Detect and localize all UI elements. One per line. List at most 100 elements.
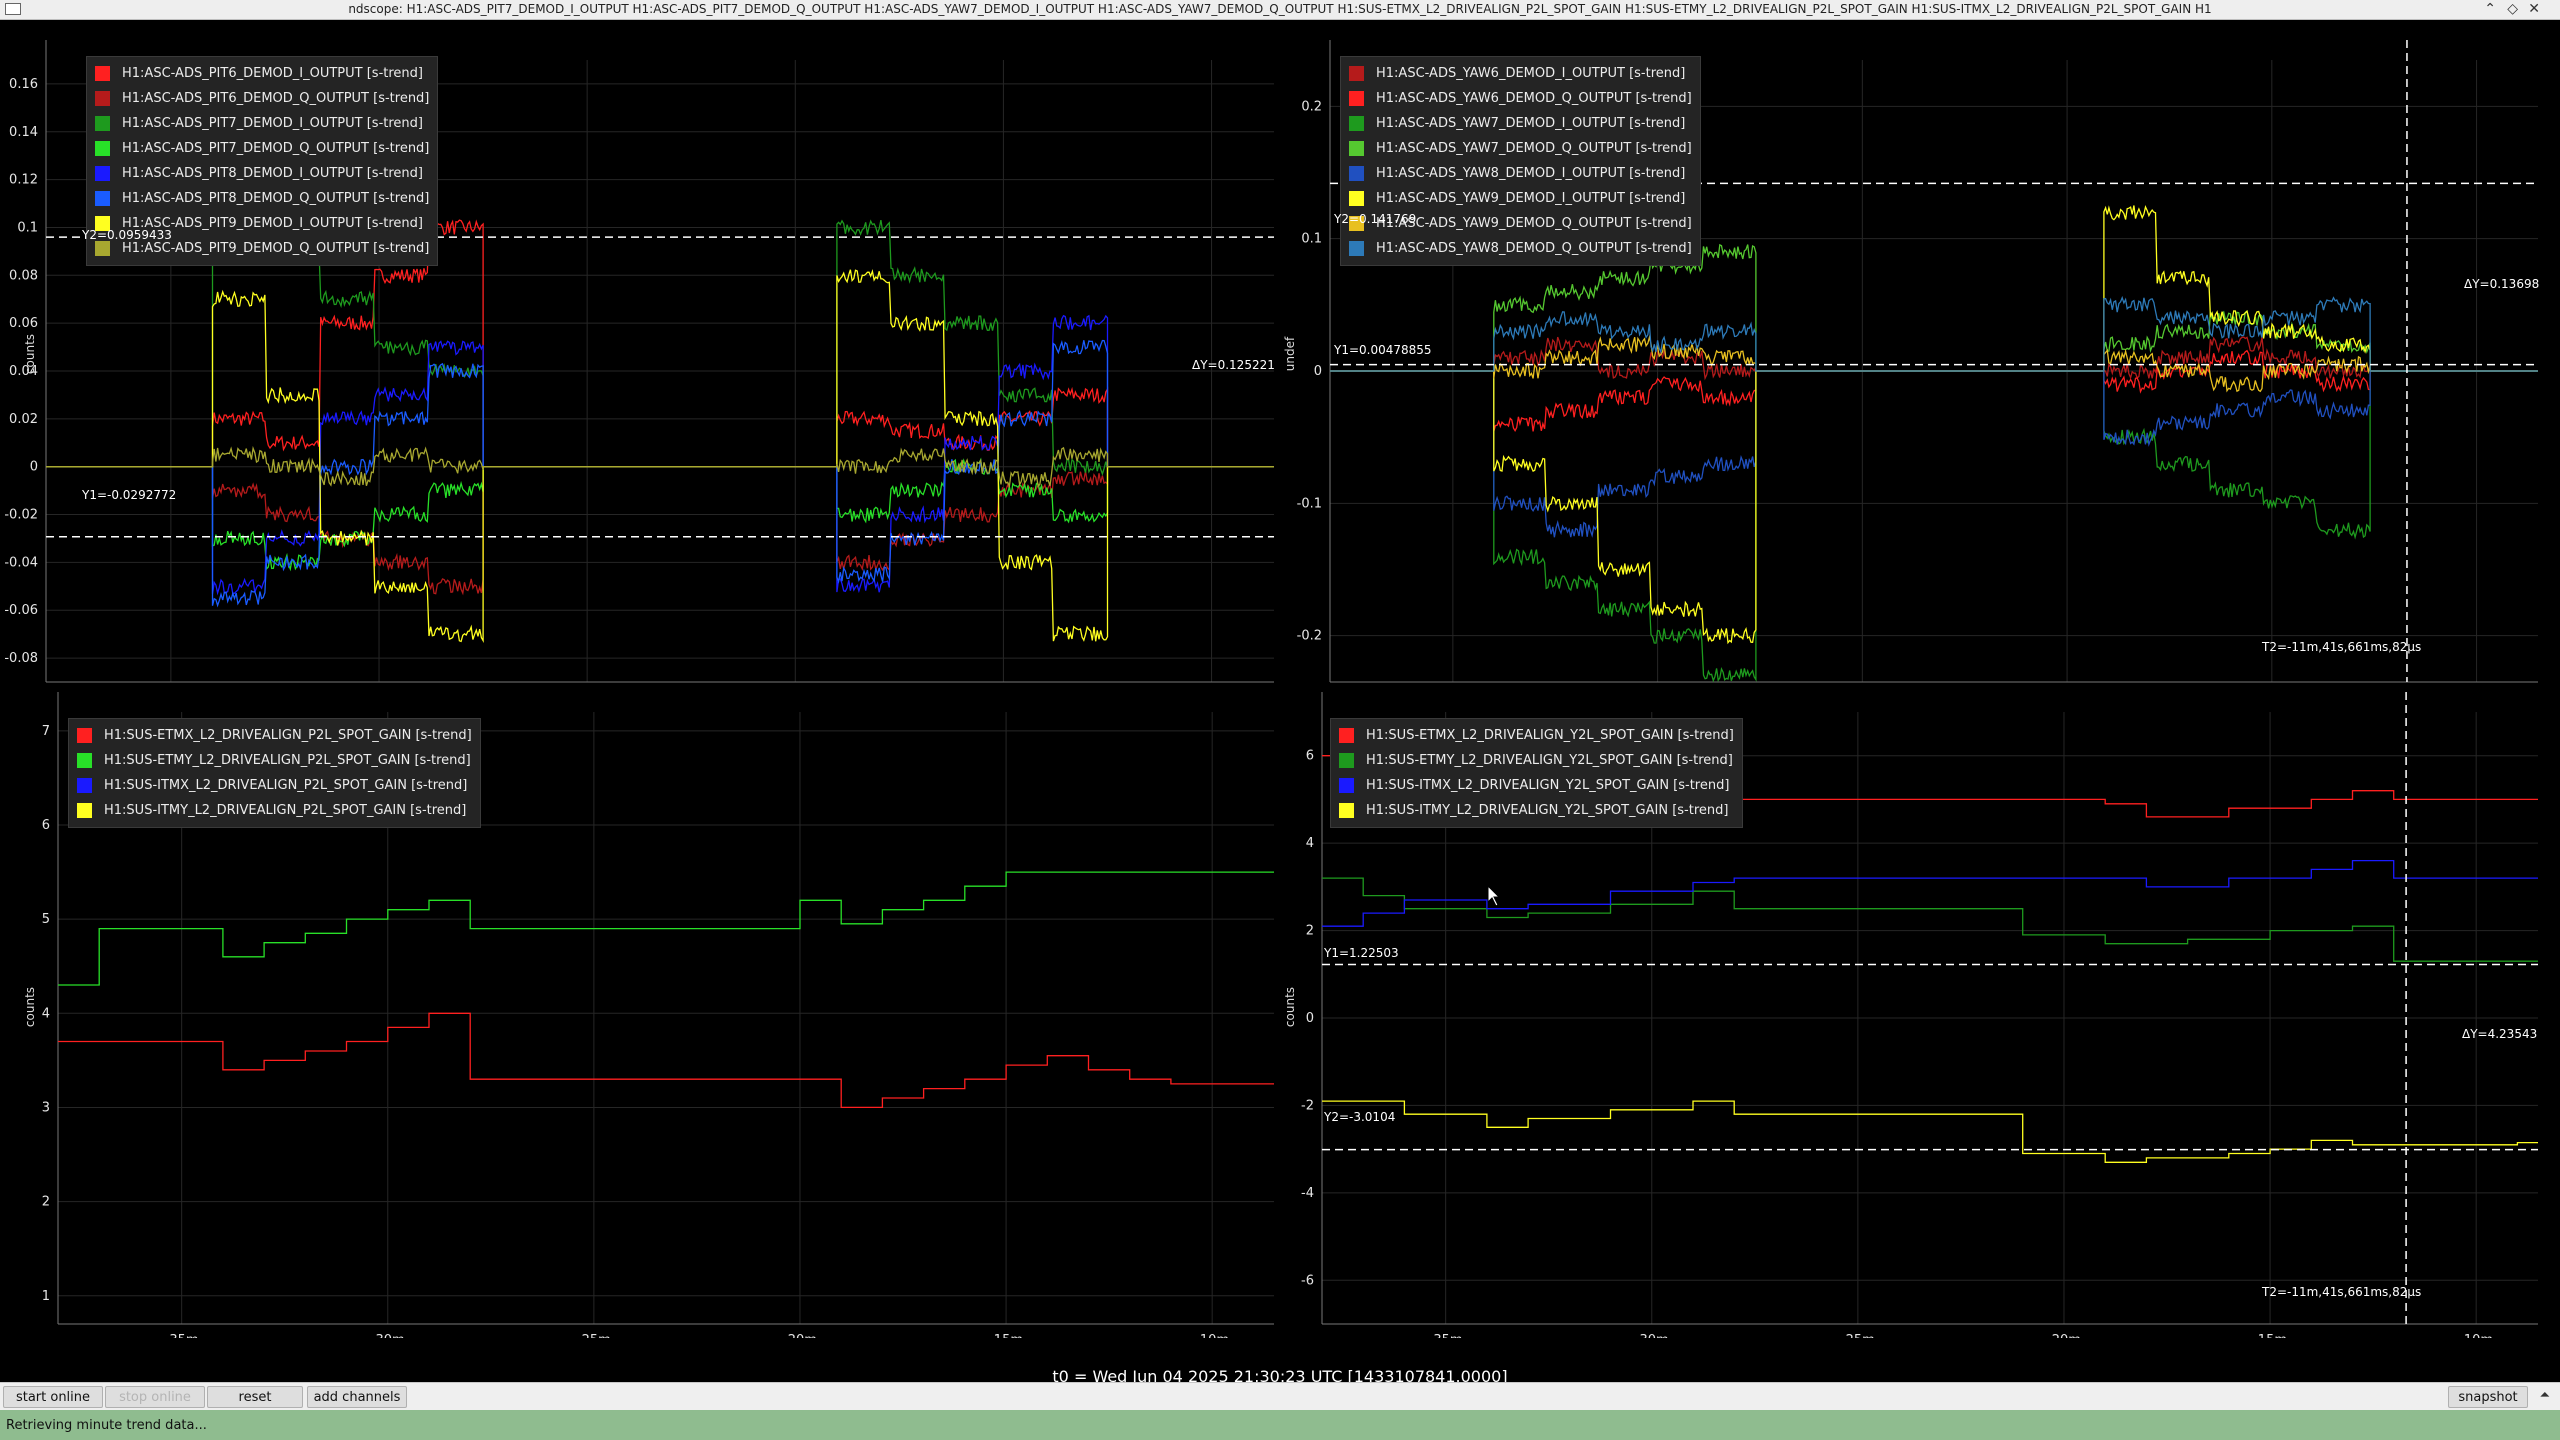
cursor-y2-label: Y2=-3.0104 (1324, 1110, 1396, 1124)
legend-item[interactable]: H1:SUS-ITMX_L2_DRIVEALIGN_Y2L_SPOT_GAIN … (1339, 773, 1734, 798)
x-tick-label: -35m (165, 1333, 199, 1338)
legend-item[interactable]: H1:ASC-ADS_YAW7_DEMOD_I_OUTPUT [s-trend] (1349, 111, 1692, 136)
cursor-y1-label: Y1=-0.0292772 (82, 488, 177, 502)
snapshot-button[interactable]: snapshot (2448, 1386, 2528, 1408)
legend-item[interactable]: H1:ASC-ADS_YAW9_DEMOD_I_OUTPUT [s-trend] (1349, 186, 1692, 211)
close-icon[interactable]: ✕ (2528, 1, 2540, 17)
series-line (1330, 370, 2538, 538)
y-tick-label: 0.16 (9, 77, 38, 92)
legend-label: H1:ASC-ADS_PIT6_DEMOD_I_OUTPUT [s-trend] (122, 66, 423, 81)
legend-label: H1:SUS-ETMY_L2_DRIVEALIGN_P2L_SPOT_GAIN … (104, 753, 471, 768)
legend-swatch (95, 191, 110, 206)
y-tick-label: 4 (42, 1006, 50, 1021)
legend-label: H1:SUS-ITMX_L2_DRIVEALIGN_Y2L_SPOT_GAIN … (1366, 778, 1730, 793)
x-tick-label: -25m (577, 1333, 611, 1338)
cursor-y2-label: Y2=0.141769 (1334, 212, 1417, 226)
y-tick-label: -0.04 (4, 555, 38, 570)
maximize-icon[interactable]: ◇ (2507, 1, 2518, 17)
legend-item[interactable]: H1:SUS-ITMY_L2_DRIVEALIGN_P2L_SPOT_GAIN … (77, 798, 472, 823)
legend-swatch (1349, 116, 1364, 131)
y-tick-label: 0.12 (9, 173, 38, 188)
series-line (58, 1012, 1274, 1109)
legend-item[interactable]: H1:SUS-ETMX_L2_DRIVEALIGN_P2L_SPOT_GAIN … (77, 723, 472, 748)
legend-item[interactable]: H1:SUS-ETMY_L2_DRIVEALIGN_P2L_SPOT_GAIN … (77, 748, 472, 773)
legend-item[interactable]: H1:ASC-ADS_YAW6_DEMOD_Q_OUTPUT [s-trend] (1349, 86, 1692, 111)
y-tick-label: 0 (1306, 1011, 1314, 1026)
legend-item[interactable]: H1:ASC-ADS_YAW6_DEMOD_I_OUTPUT [s-trend] (1349, 61, 1692, 86)
legend-label: H1:ASC-ADS_YAW6_DEMOD_Q_OUTPUT [s-trend] (1376, 91, 1692, 106)
y-tick-label: -0.1 (1297, 496, 1322, 511)
plot-area: 0.16 0.14 0.12 0.1 0.08 0.06 0.04 0.02 0 -0.02 -0.… (0, 20, 2560, 1386)
legend-label: H1:ASC-ADS_PIT8_DEMOD_I_OUTPUT [s-trend] (122, 166, 423, 181)
y-axis-label: counts (1283, 986, 1297, 1028)
y-tick-label: 0.1 (1301, 232, 1322, 247)
legend-swatch (77, 803, 92, 818)
legend-y2l: H1:SUS-ETMX_L2_DRIVEALIGN_Y2L_SPOT_GAIN … (1330, 718, 1743, 828)
legend-item[interactable]: H1:ASC-ADS_PIT6_DEMOD_Q_OUTPUT [s-trend] (95, 86, 429, 111)
y-tick-label: 5 (42, 912, 50, 927)
series-line (1330, 370, 2538, 683)
legend-label: H1:SUS-ITMY_L2_DRIVEALIGN_Y2L_SPOT_GAIN … (1366, 803, 1729, 818)
legend-label: H1:ASC-ADS_YAW8_DEMOD_Q_OUTPUT [s-trend] (1376, 241, 1692, 256)
minimize-icon[interactable]: ⌃ (2484, 1, 2496, 17)
legend-label: H1:ASC-ADS_YAW9_DEMOD_Q_OUTPUT [s-trend] (1376, 216, 1692, 231)
cursor-dy-label: ΔY=0.125221 (1192, 358, 1275, 372)
y-tick-label: 6 (42, 818, 50, 833)
reset-button[interactable]: reset (207, 1386, 303, 1408)
series-line (1322, 859, 2538, 927)
legend-swatch (1339, 753, 1354, 768)
legend-item[interactable]: H1:ASC-ADS_PIT8_DEMOD_Q_OUTPUT [s-trend] (95, 186, 429, 211)
legend-label: H1:ASC-ADS_PIT6_DEMOD_Q_OUTPUT [s-trend] (122, 91, 430, 106)
cursor-y1-label: Y1=0.00478855 (1334, 343, 1432, 357)
legend-item[interactable]: H1:ASC-ADS_YAW8_DEMOD_Q_OUTPUT [s-trend] (1349, 236, 1692, 261)
x-tick-label: -10m (2459, 1333, 2493, 1338)
y-tick-label: 3 (42, 1100, 50, 1115)
legend-item[interactable]: H1:ASC-ADS_PIT7_DEMOD_I_OUTPUT [s-trend] (95, 111, 429, 136)
legend-swatch (95, 141, 110, 156)
legend-swatch (1349, 241, 1364, 256)
x-tick-label: -10m (1195, 1333, 1229, 1338)
cursor-dy-label: ΔY=4.23543 (2462, 1027, 2538, 1041)
y-tick-label: 0 (30, 460, 38, 475)
toolbar-menu-arrow-icon[interactable]: ⏶ (2540, 1388, 2550, 1403)
stop-online-button: stop online (105, 1386, 205, 1408)
legend-swatch (1339, 728, 1354, 743)
y-tick-label: -0.08 (4, 651, 38, 666)
start-online-button[interactable]: start online (3, 1386, 103, 1408)
legend-swatch (95, 116, 110, 131)
status-bar: Retrieving minute trend data... (0, 1410, 2560, 1440)
title-bar: ndscope: H1:ASC-ADS_PIT7_DEMOD_I_OUTPUT … (0, 0, 2560, 20)
legend-swatch (77, 778, 92, 793)
legend-item[interactable]: H1:SUS-ETMX_L2_DRIVEALIGN_Y2L_SPOT_GAIN … (1339, 723, 1734, 748)
cursor-y1-label: Y1=1.22503 (1324, 946, 1399, 960)
legend-item[interactable]: H1:ASC-ADS_PIT7_DEMOD_Q_OUTPUT [s-trend] (95, 136, 429, 161)
legend-item[interactable]: H1:SUS-ETMY_L2_DRIVEALIGN_Y2L_SPOT_GAIN … (1339, 748, 1734, 773)
legend-item[interactable]: H1:ASC-ADS_PIT8_DEMOD_I_OUTPUT [s-trend] (95, 161, 429, 186)
y-tick-label: 4 (1306, 836, 1314, 851)
window-title: ndscope: H1:ASC-ADS_PIT7_DEMOD_I_OUTPUT … (348, 2, 2212, 16)
x-tick-label: -15m (989, 1333, 1023, 1338)
y-tick-label: -2 (1301, 1098, 1314, 1113)
x-tick-label: -25m (1841, 1333, 1875, 1338)
legend-swatch (1339, 778, 1354, 793)
y-tick-label: 2 (1306, 924, 1314, 939)
y-tick-label: -0.06 (4, 603, 38, 618)
legend-swatch (1349, 66, 1364, 81)
legend-item[interactable]: H1:ASC-ADS_YAW7_DEMOD_Q_OUTPUT [s-trend] (1349, 136, 1692, 161)
legend-swatch (1349, 191, 1364, 206)
legend-item[interactable]: H1:SUS-ITMX_L2_DRIVEALIGN_P2L_SPOT_GAIN … (77, 773, 472, 798)
add-channels-button[interactable]: add channels (307, 1386, 407, 1408)
x-tick-label: -30m (1635, 1333, 1669, 1338)
legend-item[interactable]: H1:ASC-ADS_PIT6_DEMOD_I_OUTPUT [s-trend] (95, 61, 429, 86)
legend-item[interactable]: H1:SUS-ITMY_L2_DRIVEALIGN_Y2L_SPOT_GAIN … (1339, 798, 1734, 823)
legend-label: H1:ASC-ADS_PIT7_DEMOD_I_OUTPUT [s-trend] (122, 116, 423, 131)
y-tick-label: 2 (42, 1195, 50, 1210)
y-axis-label: counts (23, 333, 37, 375)
series-line (58, 871, 1274, 986)
cursor-dy-label: ΔY=0.13698 (2464, 277, 2540, 291)
legend-swatch (1349, 166, 1364, 181)
series-line (46, 466, 1274, 596)
legend-item[interactable]: H1:ASC-ADS_YAW8_DEMOD_I_OUTPUT [s-trend] (1349, 161, 1692, 186)
y-tick-label: 0.14 (9, 125, 38, 140)
cursor-t2-label: T2=-11m,41s,661ms,82μs (2262, 640, 2422, 654)
